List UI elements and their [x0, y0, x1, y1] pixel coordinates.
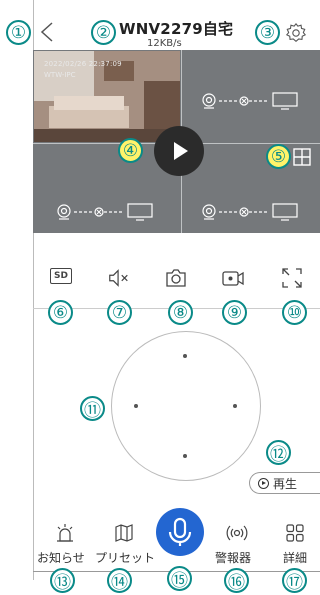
callout-10: ⑩ [282, 300, 307, 325]
callout-14: ⑭ [107, 568, 132, 593]
callout-16: ⑯ [224, 568, 249, 593]
callout-15: ⑮ [167, 566, 192, 591]
empty-channel-icon-3[interactable] [56, 203, 154, 221]
ptz-up[interactable] [183, 354, 187, 358]
nav-details[interactable]: 詳細 [283, 549, 307, 566]
callout-7: ⑦ [107, 300, 132, 325]
replay-icon [258, 477, 269, 489]
callout-3: ③ [255, 20, 280, 45]
ptz-control-pad[interactable] [111, 331, 261, 481]
device-title: WNV2279自宅 [119, 20, 234, 38]
nav-presets[interactable]: プリセット [95, 549, 155, 566]
presets-map-icon[interactable] [113, 522, 135, 544]
callout-9: ⑨ [222, 300, 247, 325]
snapshot-icon[interactable] [164, 266, 188, 290]
ptz-right[interactable] [233, 404, 237, 408]
alarm-signal-icon[interactable] [226, 524, 248, 542]
callout-1: ① [6, 20, 31, 45]
record-icon[interactable] [221, 266, 245, 290]
mute-icon[interactable] [107, 266, 131, 290]
timestamp-overlay: 2022/02/26 22:37:09 [44, 60, 122, 68]
empty-channel-icon-4[interactable] [201, 203, 299, 221]
channel-name-overlay: WTW-IPC [44, 71, 76, 79]
callout-11: ⑪ [80, 396, 105, 421]
callout-5: ⑤ [266, 144, 291, 169]
nav-notifications[interactable]: お知らせ [37, 549, 85, 566]
play-button[interactable] [154, 126, 204, 176]
callout-6: ⑥ [48, 300, 73, 325]
chevron-left-icon [40, 22, 53, 42]
callout-2: ② [91, 20, 116, 45]
callout-4: ④ [118, 138, 143, 163]
callout-17: ⑰ [282, 568, 307, 593]
gear-icon [285, 22, 307, 42]
replay-label: 再生 [273, 476, 298, 491]
bitrate-text: 12KB/s [147, 38, 182, 49]
callout-13: ⑬ [50, 568, 75, 593]
sd-quality-icon: SD [50, 268, 72, 284]
microphone-button[interactable] [156, 508, 204, 556]
nav-alarm[interactable]: 警報器 [215, 549, 251, 566]
sd-quality-button[interactable]: SD [50, 268, 72, 286]
settings-button[interactable] [285, 22, 307, 44]
details-grid-icon[interactable] [284, 522, 306, 544]
back-button[interactable] [36, 20, 60, 44]
four-grid-icon[interactable] [293, 148, 311, 166]
ptz-down[interactable] [183, 454, 187, 458]
callout-8: ⑧ [168, 300, 193, 325]
microphone-icon [168, 517, 192, 546]
callout-12: ⑫ [266, 440, 291, 465]
replay-button[interactable]: 再生 [249, 472, 320, 494]
fullscreen-icon[interactable] [280, 266, 304, 290]
ptz-left[interactable] [134, 404, 138, 408]
notification-icon[interactable] [54, 522, 76, 544]
empty-channel-icon-2[interactable] [201, 92, 299, 110]
